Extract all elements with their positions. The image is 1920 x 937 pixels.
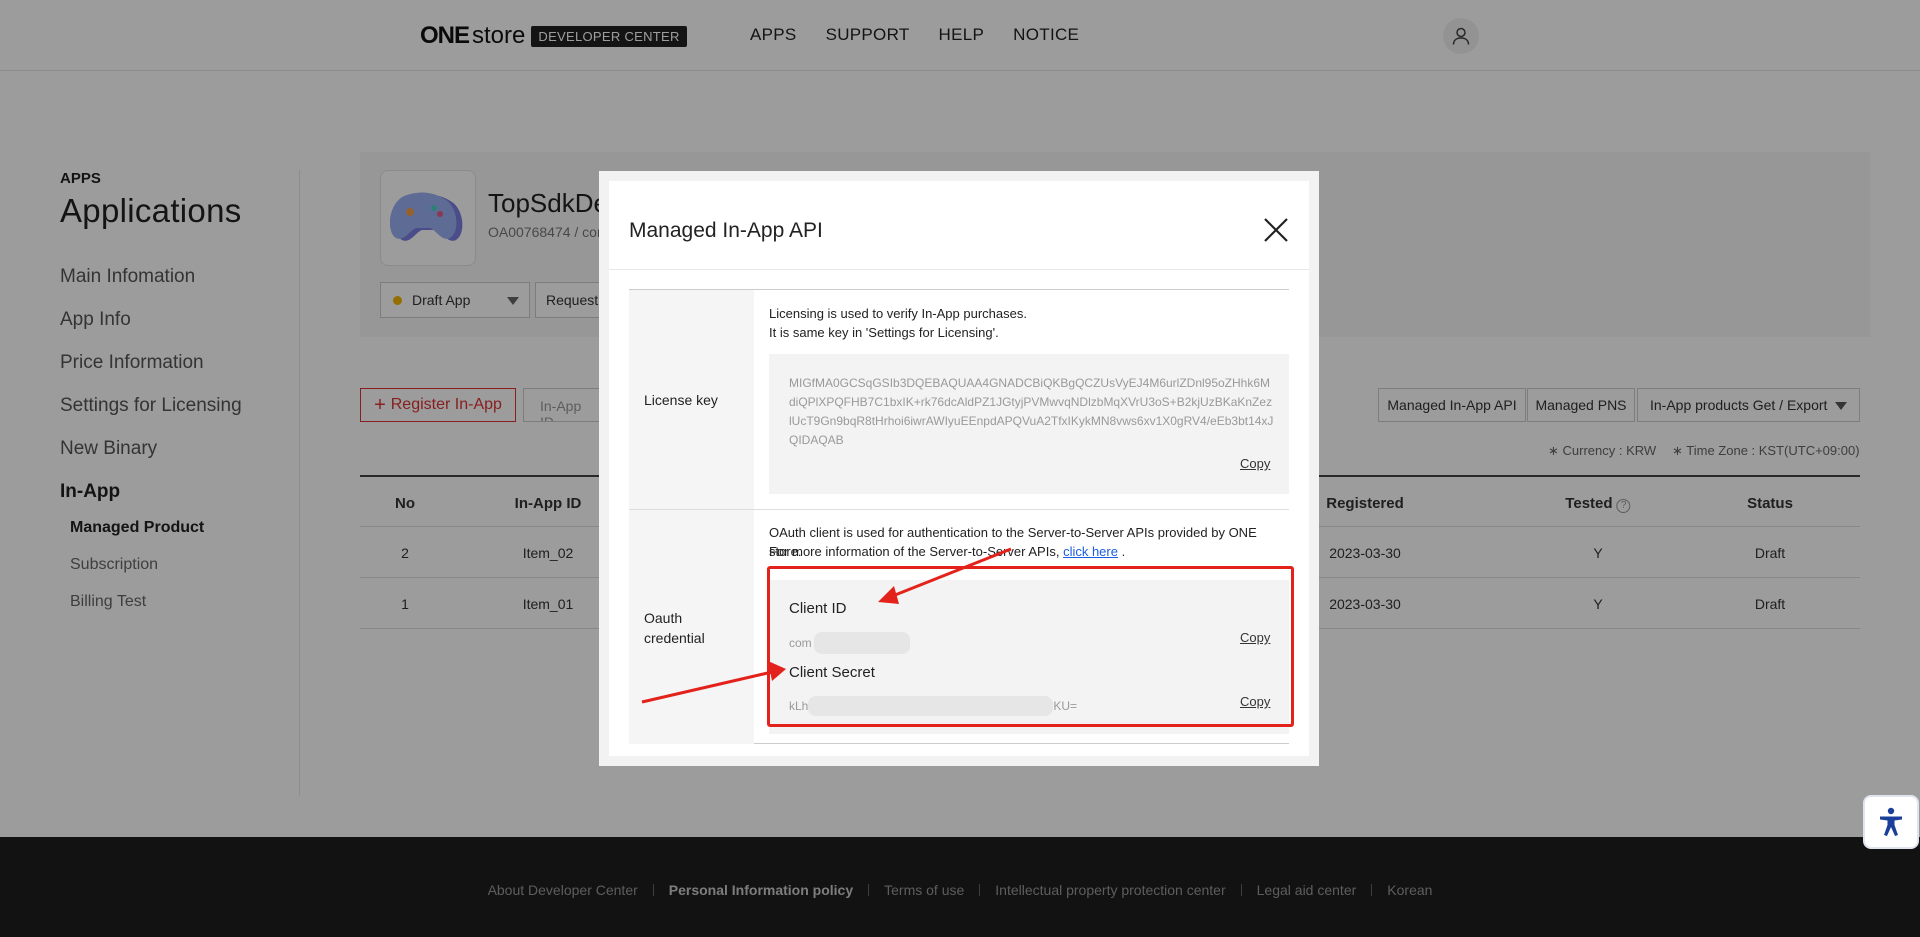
oauth-desc-2-text: For more information of the Server-to-Se… [769,544,1060,559]
license-key-box: MIGfMA0GCSqGSIb3DQEBAQUAA4GNADCBiQKBgQCZ… [769,354,1289,494]
accessibility-icon [1880,807,1902,836]
copy-license-key-button[interactable]: Copy [1240,456,1270,471]
license-key-value: MIGfMA0GCSqGSIb3DQEBAQUAA4GNADCBiQKBgQCZ… [789,376,1274,447]
modal-title: Managed In-App API [629,219,823,242]
annotation-highlight-box [767,566,1294,727]
accessibility-button[interactable] [1863,795,1919,849]
license-desc-1: Licensing is used to verify In-App purch… [769,306,1027,321]
oauth-label-1: Oauth [644,610,683,626]
close-icon[interactable] [1263,217,1289,243]
oauth-desc-2: For more information of the Server-to-Se… [769,544,1126,559]
license-key-label: License key [644,392,718,408]
row-divider [629,509,1289,510]
oauth-label-2: credential [644,630,705,646]
modal-divider [609,269,1309,270]
license-desc-2: It is same key in 'Settings for Licensin… [769,325,999,340]
click-here-link[interactable]: click here [1063,544,1118,559]
